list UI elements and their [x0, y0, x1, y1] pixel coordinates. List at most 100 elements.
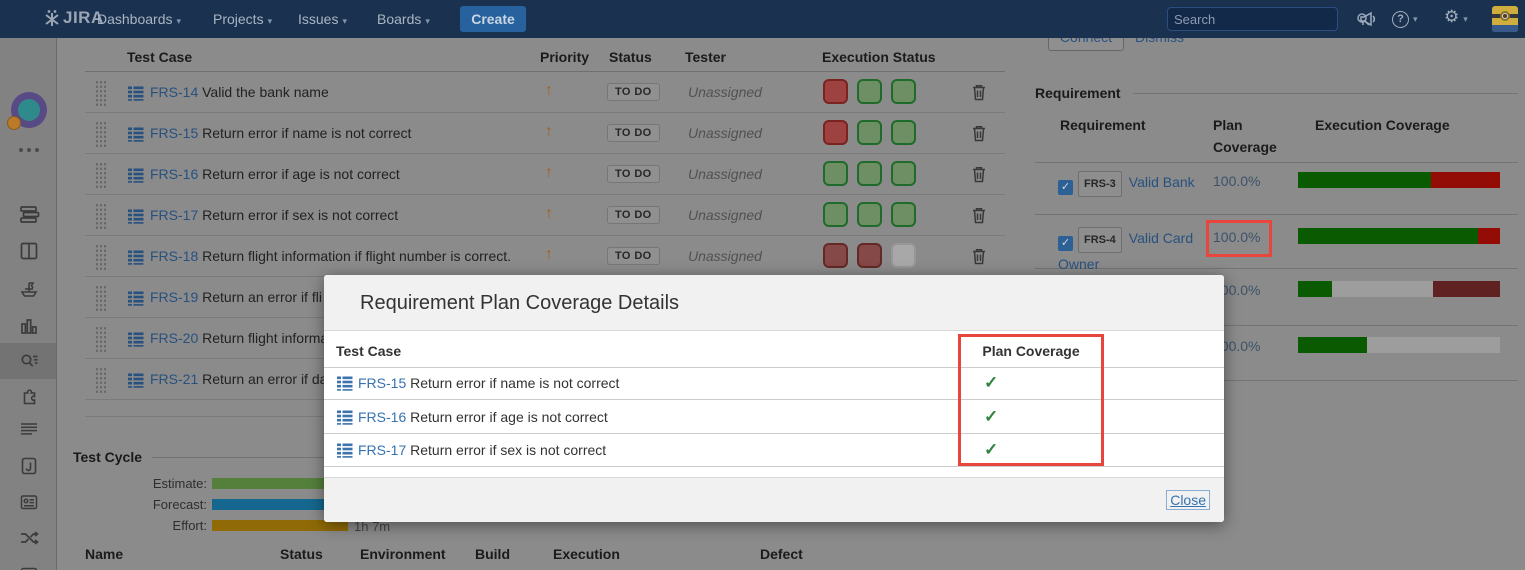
dialog-footer: Close — [324, 477, 1224, 522]
dialog-header: Requirement Plan Coverage Details — [324, 275, 1224, 331]
col-header-defect: Defect — [760, 546, 803, 562]
test-case-summary: Return error if age is not correct — [202, 166, 400, 182]
requirement-key: FRS-3 — [1078, 171, 1122, 197]
search-box — [1167, 7, 1338, 31]
test-case-key[interactable]: FRS-20 — [150, 330, 198, 346]
drag-handle-icon[interactable] — [95, 367, 107, 393]
execution-status-square-fail_dark[interactable] — [857, 243, 882, 268]
test-case-key[interactable]: FRS-16 — [150, 166, 198, 182]
help-menu[interactable]: ?▾ — [1392, 9, 1418, 28]
user-avatar[interactable] — [1492, 6, 1518, 32]
trash-icon[interactable] — [971, 247, 987, 265]
execution-status-square-pass[interactable] — [857, 161, 882, 186]
checkbox-checked-icon[interactable]: ✓ — [1058, 180, 1073, 195]
requirement-key: FRS-4 — [1078, 227, 1122, 253]
tester-value: Unassigned — [688, 248, 762, 264]
req-col-execution-coverage: Execution Coverage — [1315, 117, 1450, 133]
menu-projects[interactable]: Projects▾ — [213, 11, 272, 27]
images-icon[interactable] — [0, 564, 57, 570]
coverage-segment-green — [1298, 281, 1332, 297]
execution-status-square-pass[interactable] — [857, 202, 882, 227]
test-case-key[interactable]: FRS-21 — [150, 371, 198, 387]
execution-status-square-pass[interactable] — [857, 79, 882, 104]
execution-status-square-pass[interactable] — [891, 202, 916, 227]
search-issues-icon[interactable] — [0, 350, 57, 372]
execution-status-square-fail_dark[interactable] — [823, 243, 848, 268]
drag-handle-icon[interactable] — [95, 244, 107, 270]
releases-ship-icon[interactable] — [0, 278, 57, 300]
menu-boards[interactable]: Boards▾ — [377, 11, 430, 27]
sidebar-project-avatar[interactable] — [0, 92, 57, 128]
test-case-key[interactable]: FRS-17 — [150, 207, 198, 223]
test-case-icon — [127, 248, 145, 266]
addons-puzzle-icon[interactable] — [0, 385, 57, 407]
more-dots-icon[interactable] — [0, 148, 57, 152]
settings-menu[interactable]: ⚙▾ — [1444, 8, 1468, 27]
execution-status-square-pass[interactable] — [891, 161, 916, 186]
status-badge: TO DO — [607, 247, 660, 265]
priority-high-icon: ↑ — [545, 164, 553, 182]
test-case-key[interactable]: FRS-18 — [150, 248, 198, 264]
requirement-link[interactable]: Valid Bank — [1129, 174, 1195, 190]
drag-handle-icon[interactable] — [95, 121, 107, 147]
test-case-key[interactable]: FRS-15 — [150, 125, 198, 141]
help-icon: ? — [1392, 11, 1409, 28]
req-col-plan: Plan — [1213, 117, 1243, 133]
menu-dashboards[interactable]: Dashboards▾ — [97, 11, 181, 27]
trash-icon[interactable] — [971, 124, 987, 142]
summary-lines-icon[interactable] — [0, 418, 57, 440]
drag-handle-icon[interactable] — [95, 203, 107, 229]
execution-status-square-pass[interactable] — [823, 161, 848, 186]
board-icon[interactable] — [0, 240, 57, 262]
test-case-summary: Return an error if fli — [202, 289, 322, 305]
execution-coverage-bar — [1298, 228, 1500, 244]
test-case-key[interactable]: FRS-17 — [358, 442, 406, 458]
execution-status-group — [823, 120, 916, 145]
jira-logo-icon — [44, 9, 60, 27]
test-case-icon — [336, 441, 354, 459]
drag-handle-icon[interactable] — [95, 326, 107, 352]
execution-status-square-pass[interactable] — [823, 202, 848, 227]
menu-issues[interactable]: Issues▾ — [298, 11, 347, 27]
tester-value: Unassigned — [688, 166, 762, 182]
execution-status-square-fail[interactable] — [823, 120, 848, 145]
test-case-icon — [127, 84, 145, 102]
execution-status-square-fail[interactable] — [823, 79, 848, 104]
status-badge: TO DO — [607, 206, 660, 224]
section-divider — [1133, 93, 1518, 94]
trash-icon[interactable] — [971, 165, 987, 183]
coverage-segment-green — [1298, 228, 1478, 244]
drag-handle-icon[interactable] — [95, 80, 107, 106]
test-case-summary: Return error if sex is not correct — [202, 207, 398, 223]
coverage-segment-red — [1431, 172, 1500, 188]
jira-logo[interactable]: JIRA — [44, 8, 104, 28]
test-case-key[interactable]: FRS-16 — [358, 409, 406, 425]
search-input[interactable] — [1168, 12, 1356, 27]
col-header-environment: Environment — [360, 546, 446, 562]
pages-icon[interactable] — [0, 455, 57, 477]
create-button[interactable]: Create — [460, 6, 526, 32]
test-case-key[interactable]: FRS-14 — [150, 84, 198, 100]
test-case-icon — [127, 330, 145, 348]
reports-chart-icon[interactable] — [0, 315, 57, 337]
drag-handle-icon[interactable] — [95, 285, 107, 311]
plan-coverage-value[interactable]: 100.0% — [1213, 173, 1260, 189]
megaphone-icon[interactable] — [1358, 9, 1378, 27]
profile-card-icon[interactable] — [0, 491, 57, 513]
tester-value: Unassigned — [688, 84, 762, 100]
trash-icon[interactable] — [971, 206, 987, 224]
test-case-summary: Return error if name is not correct — [410, 375, 619, 391]
execution-status-square-pass[interactable] — [857, 120, 882, 145]
test-case-key[interactable]: FRS-15 — [358, 375, 406, 391]
test-case-key[interactable]: FRS-19 — [150, 289, 198, 305]
drag-handle-icon[interactable] — [95, 162, 107, 188]
shuffle-icon[interactable] — [0, 527, 57, 549]
backlog-icon[interactable] — [0, 203, 57, 225]
execution-status-square-unexecuted[interactable] — [891, 243, 916, 268]
execution-status-square-pass[interactable] — [891, 120, 916, 145]
chevron-down-icon: ▾ — [268, 16, 273, 26]
trash-icon[interactable] — [971, 83, 987, 101]
close-button[interactable]: Close — [1166, 490, 1210, 510]
checkbox-checked-icon[interactable]: ✓ — [1058, 236, 1073, 251]
execution-status-square-pass[interactable] — [891, 79, 916, 104]
